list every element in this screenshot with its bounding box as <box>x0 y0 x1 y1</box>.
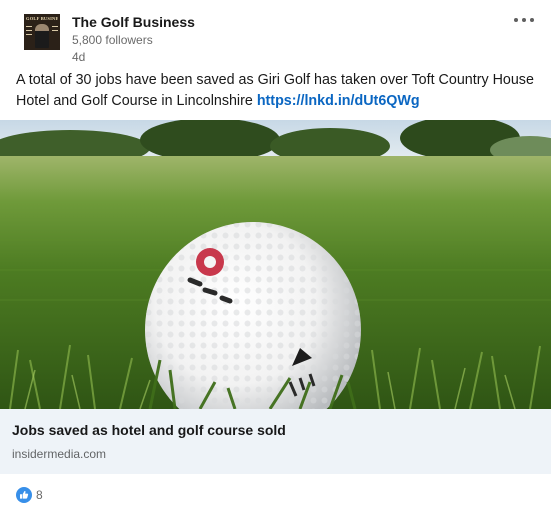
reaction-count[interactable]: 8 <box>36 487 43 503</box>
article-source: insidermedia.com <box>12 447 107 461</box>
article-image[interactable] <box>0 120 551 409</box>
logo-masthead: GOLF BUSINESS <box>26 16 58 21</box>
company-logo[interactable]: GOLF BUSINESS <box>24 14 60 50</box>
more-options-icon[interactable] <box>511 10 537 30</box>
post-meta: The Golf Business 5,800 followers 4d <box>72 12 195 66</box>
post-age: 4d <box>72 50 86 64</box>
social-counts[interactable]: 8 <box>16 486 43 504</box>
article-title[interactable]: Jobs saved as hotel and golf course sold <box>12 420 286 440</box>
like-icon <box>16 487 32 503</box>
post-header: GOLF BUSINESS The Golf Business 5,800 fo… <box>24 14 524 66</box>
feed-post-card: GOLF BUSINESS The Golf Business 5,800 fo… <box>0 0 551 515</box>
company-name[interactable]: The Golf Business <box>72 12 195 32</box>
article-link-card[interactable]: Jobs saved as hotel and golf course sold… <box>0 409 551 474</box>
follower-count: 5,800 followers <box>72 33 153 47</box>
shortened-link[interactable]: https://lnkd.in/dUt6QWg <box>257 93 420 109</box>
post-commentary: A total of 30 jobs have been saved as Gi… <box>16 70 536 112</box>
